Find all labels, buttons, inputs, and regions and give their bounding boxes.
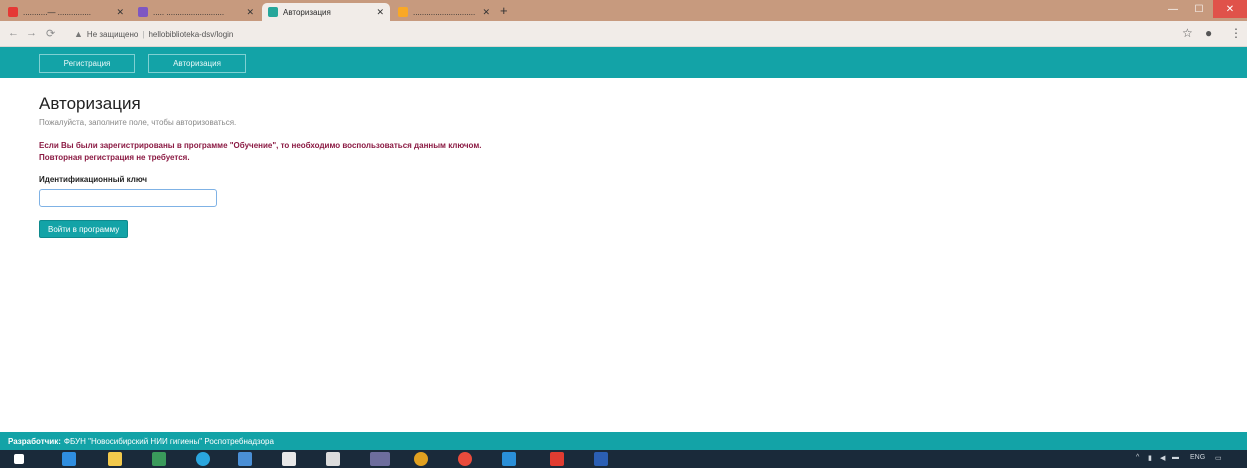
security-label: Не защищено bbox=[86, 29, 139, 39]
site-footer: Разработчик: ФБУН "Новосибирский НИИ гиг… bbox=[0, 432, 1247, 450]
new-tab-button[interactable]: + bbox=[500, 3, 508, 18]
back-button[interactable]: ← bbox=[8, 27, 19, 39]
footer-developer-text: ФБУН "Новосибирский НИИ гигиены" Роспотр… bbox=[63, 436, 274, 446]
tab-title: ...........— ............... bbox=[23, 7, 92, 17]
address-bar[interactable]: ▲ Не защищено | hellobiblioteka-dsv/logi… bbox=[74, 24, 1164, 44]
close-window-button[interactable]: ✕ bbox=[1213, 0, 1247, 18]
chrome-icon[interactable] bbox=[458, 452, 472, 466]
browser-tab-1[interactable]: ...........— ............... ✕ bbox=[2, 3, 130, 21]
browser-tab-active[interactable]: Авторизация ✕ bbox=[262, 3, 390, 21]
store-icon[interactable] bbox=[152, 452, 166, 466]
footer-developer-label: Разработчик: bbox=[8, 436, 61, 446]
tray-network-icon[interactable]: ▮ bbox=[1148, 454, 1152, 462]
key-input[interactable] bbox=[39, 189, 217, 207]
tray-language[interactable]: ENG bbox=[1190, 454, 1205, 461]
browser-tab-4[interactable]: ............................ ✕ bbox=[392, 3, 496, 21]
tab-close-icon[interactable]: ✕ bbox=[116, 7, 124, 18]
tab-close-icon[interactable]: ✕ bbox=[246, 7, 254, 18]
files-icon[interactable] bbox=[502, 452, 516, 466]
notice-line-1: Если Вы были зарегистрированы в программ… bbox=[39, 141, 482, 150]
reload-button[interactable]: ⟳ bbox=[46, 27, 55, 40]
skype-icon[interactable] bbox=[196, 452, 210, 466]
tab-close-icon[interactable]: ✕ bbox=[482, 7, 490, 18]
tab-favicon-icon bbox=[138, 7, 148, 17]
notice-line-2: Повторная регистрация не требуется. bbox=[39, 153, 190, 162]
tray-chevron-icon[interactable]: ^ bbox=[1136, 454, 1139, 461]
pdf-icon[interactable] bbox=[550, 452, 564, 466]
explorer-icon[interactable] bbox=[108, 452, 122, 466]
browser-tab-2[interactable]: ..... .......................... ✕ bbox=[132, 3, 260, 21]
windows-taskbar: ^ ▮ ◀ ▬ ENG ▭ bbox=[0, 450, 1247, 468]
login-submit-button[interactable]: Войти в программу bbox=[39, 220, 129, 238]
tray-volume-icon[interactable]: ◀ bbox=[1160, 454, 1165, 462]
document-icon[interactable] bbox=[282, 452, 296, 466]
site-navbar: Регистрация Авторизация bbox=[0, 47, 1247, 78]
tab-title: ..... .......................... bbox=[153, 7, 225, 17]
tray-clock[interactable]: ▭ bbox=[1215, 454, 1222, 462]
tab-title: ............................ bbox=[413, 7, 476, 17]
tab-favicon-icon bbox=[8, 7, 18, 17]
address-separator: | bbox=[142, 29, 145, 39]
forward-button[interactable]: → bbox=[26, 27, 37, 39]
mail-icon[interactable] bbox=[370, 452, 390, 466]
notice-text: Если Вы были зарегистрированы в программ… bbox=[39, 140, 481, 164]
browser-toolbar: ← → ⟳ ▲ Не защищено | hellobiblioteka-ds… bbox=[0, 21, 1247, 47]
word-icon[interactable] bbox=[594, 452, 608, 466]
tab-favicon-icon bbox=[398, 7, 408, 17]
start-icon[interactable] bbox=[14, 454, 24, 464]
bookmark-star-icon[interactable]: ☆ bbox=[1182, 26, 1193, 40]
warning-icon[interactable]: ▲ bbox=[74, 29, 83, 39]
browser-tab-strip: ...........— ............... ✕ ..... ...… bbox=[0, 0, 1247, 21]
monitor-icon[interactable] bbox=[238, 452, 252, 466]
url-text: hellobiblioteka-dsv/login bbox=[148, 29, 234, 39]
nav-login-link[interactable]: Авторизация bbox=[148, 54, 246, 73]
tab-close-icon[interactable]: ✕ bbox=[376, 7, 384, 18]
tab-title: Авторизация bbox=[283, 7, 331, 17]
media-player-icon[interactable] bbox=[414, 452, 428, 466]
nav-register-link[interactable]: Регистрация bbox=[39, 54, 135, 73]
edge-icon[interactable] bbox=[62, 452, 76, 466]
page-title: Авторизация bbox=[39, 94, 141, 113]
minimize-button[interactable]: — bbox=[1160, 0, 1186, 18]
tab-favicon-icon bbox=[268, 7, 278, 17]
tray-battery-icon[interactable]: ▬ bbox=[1172, 454, 1179, 461]
key-field-label: Идентификационный ключ bbox=[39, 175, 148, 184]
maximize-button[interactable]: ☐ bbox=[1186, 0, 1212, 18]
home-icon[interactable] bbox=[326, 452, 340, 466]
page-hint: Пожалуйста, заполните поле, чтобы автори… bbox=[39, 118, 237, 127]
profile-icon[interactable]: ● bbox=[1205, 26, 1212, 40]
menu-icon[interactable]: ⋮ bbox=[1230, 26, 1242, 40]
